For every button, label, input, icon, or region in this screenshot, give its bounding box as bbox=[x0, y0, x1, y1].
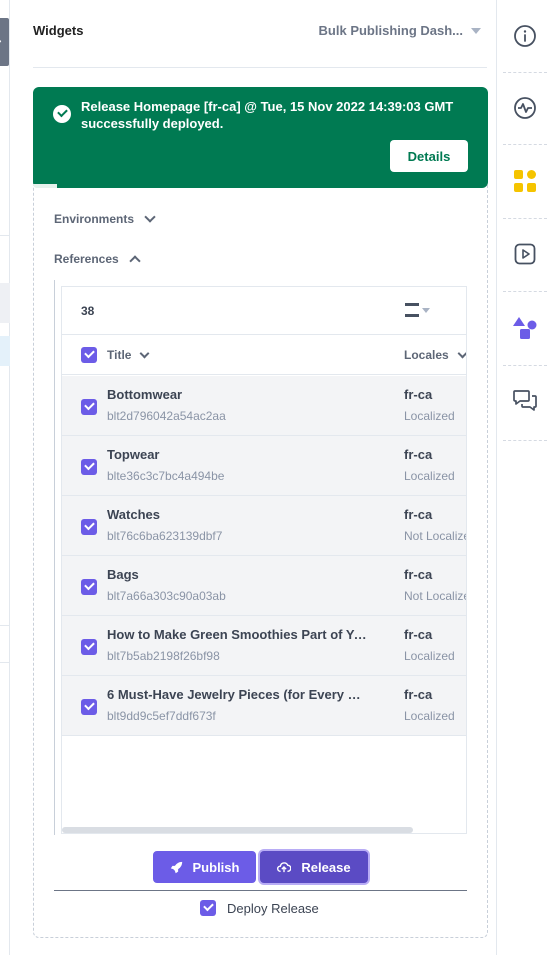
row-uid: blt9dd9c5ef7ddf673f bbox=[107, 709, 216, 723]
row-locale: fr-ca bbox=[404, 507, 433, 522]
references-count: 38 bbox=[81, 304, 95, 318]
row-locale: fr-ca bbox=[404, 567, 433, 582]
deploy-release-option[interactable]: Deploy Release bbox=[200, 900, 319, 916]
row-checkbox[interactable] bbox=[81, 399, 97, 415]
row-status: Localized bbox=[404, 409, 455, 423]
row-locale: fr-ca bbox=[404, 387, 433, 402]
row-status: Not Localized bbox=[404, 529, 466, 543]
row-title: Bags bbox=[107, 567, 139, 582]
rocket-icon bbox=[170, 861, 182, 873]
row-title: Topwear bbox=[107, 447, 160, 462]
divider bbox=[54, 890, 467, 891]
references-toolbar: 38 bbox=[62, 287, 466, 335]
row-status: Not Localized bbox=[404, 589, 466, 603]
chevron-up-icon bbox=[129, 255, 141, 267]
chevron-down-icon bbox=[144, 211, 156, 223]
publish-button[interactable]: Publish bbox=[153, 851, 256, 883]
info-icon bbox=[514, 25, 536, 47]
row-uid: blt2d796042a54ac2aa bbox=[107, 409, 226, 423]
list-item-selected[interactable] bbox=[0, 336, 10, 366]
row-uid: blt76c6ba623139dbf7 bbox=[107, 529, 223, 543]
toast-progress bbox=[33, 184, 57, 188]
chevron-down-icon bbox=[140, 348, 150, 358]
shapes-icon bbox=[513, 317, 537, 339]
row-title: Bottomwear bbox=[107, 387, 183, 402]
divider bbox=[0, 625, 10, 626]
deploy-release-checkbox[interactable] bbox=[200, 900, 216, 916]
widgets-title: Widgets bbox=[33, 23, 84, 38]
widgets-header: Widgets Bulk Publishing Dash... bbox=[33, 0, 487, 68]
table-row[interactable]: Topwear blte36c3c7bc4a494be fr-ca Locali… bbox=[62, 436, 466, 496]
cloud-upload-icon bbox=[277, 862, 292, 873]
table-row[interactable]: Bags blt7a66a303c90a03ab fr-ca Not Local… bbox=[62, 556, 466, 616]
row-locale: fr-ca bbox=[404, 687, 433, 702]
title-column-header[interactable]: Title bbox=[107, 348, 150, 362]
dashboard-select-value: Bulk Publishing Dash... bbox=[318, 23, 463, 38]
locales-column-label: Locales bbox=[404, 348, 449, 362]
preview-button[interactable] bbox=[497, 218, 552, 290]
row-checkbox[interactable] bbox=[81, 519, 97, 535]
table-row[interactable]: How to Make Green Smoothies Part of Your… bbox=[62, 616, 466, 676]
caret-down-icon bbox=[422, 307, 430, 313]
details-button[interactable]: Details bbox=[390, 140, 468, 172]
locales-column-header[interactable]: Locales bbox=[404, 348, 466, 362]
activity-button[interactable] bbox=[497, 72, 552, 144]
check-circle-icon bbox=[53, 105, 71, 123]
divider bbox=[503, 440, 547, 441]
view-toggle-button[interactable] bbox=[405, 303, 430, 317]
environments-toggle[interactable]: Environments bbox=[54, 211, 156, 226]
caret-down-icon bbox=[471, 27, 481, 34]
horizontal-scrollbar[interactable] bbox=[62, 827, 413, 833]
row-status: Localized bbox=[404, 469, 455, 483]
table-row[interactable]: Watches blt76c6ba623139dbf7 fr-ca Not Lo… bbox=[62, 496, 466, 556]
table-row[interactable]: 6 Must-Have Jewelry Pieces (for Every Oc… bbox=[62, 676, 466, 736]
expand-panel-button[interactable]: › bbox=[0, 18, 9, 66]
play-icon bbox=[514, 243, 536, 265]
row-checkbox[interactable] bbox=[81, 579, 97, 595]
row-status: Localized bbox=[404, 709, 455, 723]
publish-label: Publish bbox=[192, 859, 240, 875]
references-label: References bbox=[54, 252, 119, 266]
row-checkbox[interactable] bbox=[81, 639, 97, 655]
deploy-release-label: Deploy Release bbox=[227, 900, 319, 916]
row-title: Watches bbox=[107, 507, 160, 522]
row-checkbox[interactable] bbox=[81, 699, 97, 715]
table-header: Title Locales bbox=[62, 335, 466, 375]
release-label: Release bbox=[301, 859, 351, 875]
row-title: 6 Must-Have Jewelry Pieces (for Every Oc… bbox=[107, 687, 367, 702]
row-checkbox[interactable] bbox=[81, 459, 97, 475]
list-view-icon bbox=[405, 303, 419, 317]
toast-message: Release Homepage [fr-ca] @ Tue, 15 Nov 2… bbox=[81, 99, 454, 131]
environments-label: Environments bbox=[54, 212, 135, 226]
comments-icon bbox=[513, 390, 537, 411]
list-item[interactable] bbox=[0, 283, 10, 323]
row-uid: blte36c3c7bc4a494be bbox=[107, 469, 225, 483]
release-button[interactable]: Release bbox=[260, 851, 368, 883]
widgets-icon bbox=[514, 170, 536, 192]
widgets-button[interactable] bbox=[497, 145, 552, 217]
divider bbox=[0, 235, 10, 236]
divider bbox=[0, 662, 10, 663]
references-toggle[interactable]: References bbox=[54, 252, 141, 267]
references-table[interactable]: 38 Title Locales Bottomwear blt2d796042a… bbox=[61, 286, 467, 834]
table-row[interactable]: Bottomwear blt2d796042a54ac2aa fr-ca Loc… bbox=[62, 376, 466, 436]
dashboard-select[interactable]: Bulk Publishing Dash... bbox=[319, 23, 481, 38]
chevron-right-icon: › bbox=[0, 32, 2, 48]
right-icon-rail bbox=[496, 0, 552, 955]
row-locale: fr-ca bbox=[404, 447, 433, 462]
parent-panel-edge: › bbox=[0, 0, 10, 955]
comments-button[interactable] bbox=[497, 365, 552, 437]
success-toast: Release Homepage [fr-ca] @ Tue, 15 Nov 2… bbox=[33, 87, 488, 188]
row-uid: blt7a66a303c90a03ab bbox=[107, 589, 226, 603]
select-all-checkbox[interactable] bbox=[81, 347, 97, 363]
row-uid: blt7b5ab2198f26bf98 bbox=[107, 649, 220, 663]
chevron-down-icon bbox=[457, 348, 466, 358]
info-button[interactable] bbox=[497, 0, 552, 72]
activity-icon bbox=[514, 97, 536, 119]
row-status: Localized bbox=[404, 649, 455, 663]
extensions-button[interactable] bbox=[497, 292, 552, 364]
title-column-label: Title bbox=[107, 348, 132, 362]
row-title: How to Make Green Smoothies Part of Your… bbox=[107, 627, 367, 642]
row-locale: fr-ca bbox=[404, 627, 433, 642]
